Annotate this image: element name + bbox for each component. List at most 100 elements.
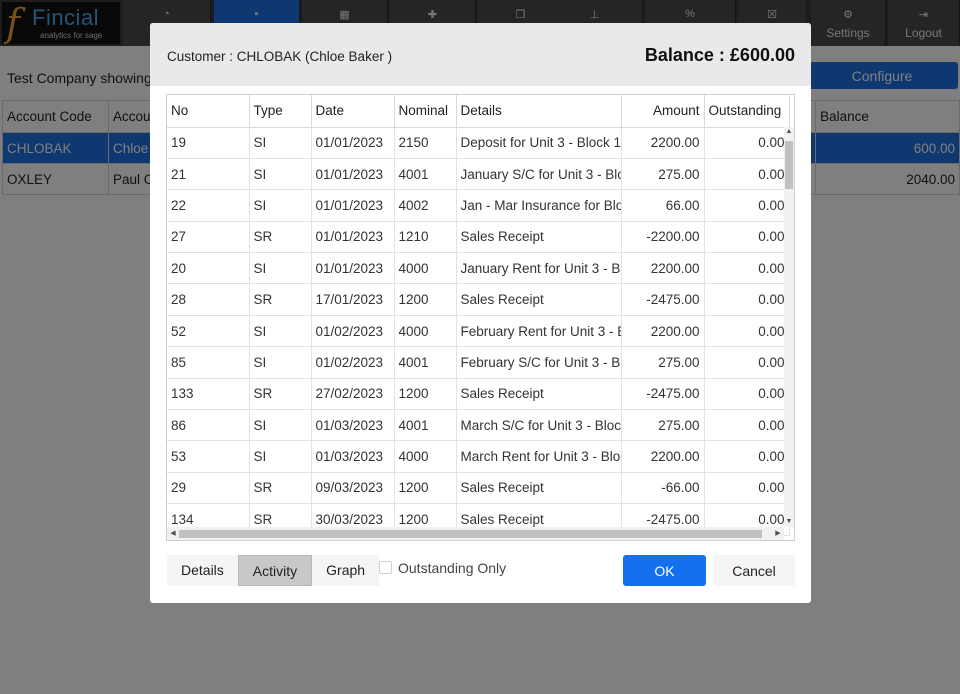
tab-details[interactable]: Details [167, 555, 238, 586]
no-cell: 53 [167, 440, 250, 473]
nominal-cell: 1200 [394, 283, 457, 316]
date-cell: 01/01/2023 [311, 127, 395, 159]
dialog-tabs: Details Activity Graph [167, 555, 380, 586]
scroll-right-arrow-icon[interactable]: ▶ [772, 527, 784, 540]
type-cell: SR [249, 472, 312, 505]
amount-cell: 2200.00 [621, 127, 705, 159]
nominal-cell: 4002 [394, 189, 457, 222]
activity-grid: No Type Date Nominal Details Amount Outstandin… [166, 94, 795, 541]
amount-cell: 66.00 [621, 189, 705, 222]
details-cell: Sales Receipt [456, 221, 622, 254]
horizontal-scrollbar[interactable]: ◀ ▶ [167, 527, 784, 540]
amount-cell: -2475.00 [621, 378, 705, 411]
amount-cell: -2200.00 [621, 221, 705, 254]
outstanding-cell: 0.00 [704, 252, 790, 285]
nominal-cell: 4000 [394, 440, 457, 473]
table-row[interactable]: 53 SI 01/03/2023 4000 March Rent for Unit 3 … [167, 440, 790, 473]
no-cell: 28 [167, 283, 250, 316]
no-cell: 22 [167, 189, 250, 222]
details-cell: March Rent for Unit 3 - Bloc [456, 440, 622, 473]
date-cell: 01/03/2023 [311, 409, 395, 442]
vertical-scrollbar[interactable]: ▲ ▼ [784, 127, 794, 527]
table-row[interactable]: 20 SI 01/01/2023 4000 January Rent for Unit … [167, 252, 790, 285]
nominal-cell: 1200 [394, 378, 457, 411]
date-cell: 01/01/2023 [311, 189, 395, 222]
scroll-left-arrow-icon[interactable]: ◀ [167, 527, 179, 540]
type-cell: SR [249, 221, 312, 254]
date-cell: 01/02/2023 [311, 346, 395, 379]
nominal-cell: 4000 [394, 315, 457, 348]
details-cell: March S/C for Unit 3 - Block [456, 409, 622, 442]
vertical-scroll-thumb[interactable] [785, 141, 793, 189]
amount-cell: 2200.00 [621, 440, 705, 473]
details-cell: Deposit for Unit 3 - Block 1 [456, 127, 622, 159]
details-cell: Sales Receipt [456, 472, 622, 505]
outstanding-cell: 0.00 [704, 127, 790, 159]
customer-activity-dialog: Customer : CHLOBAK (Chloe Baker ) Balanc… [150, 23, 811, 603]
details-cell: February S/C for Unit 3 - Blo [456, 346, 622, 379]
nominal-cell: 4000 [394, 252, 457, 285]
tab-activity[interactable]: Activity [237, 555, 313, 586]
amount-cell: 275.00 [621, 346, 705, 379]
table-row[interactable]: 19 SI 01/01/2023 2150 Deposit for Unit 3 - B… [167, 127, 790, 159]
amount-cell: -2475.00 [621, 283, 705, 316]
no-cell: 19 [167, 127, 250, 159]
column-header-details[interactable]: Details [456, 95, 622, 128]
no-cell: 21 [167, 158, 250, 191]
table-row[interactable]: 21 SI 01/01/2023 4001 January S/C for Unit 3… [167, 158, 790, 191]
details-cell: January S/C for Unit 3 - Bloc [456, 158, 622, 191]
type-cell: SI [249, 189, 312, 222]
outstanding-cell: 0.00 [704, 221, 790, 254]
amount-cell: 275.00 [621, 158, 705, 191]
outstanding-cell: 0.00 [704, 283, 790, 316]
cancel-button[interactable]: Cancel [713, 555, 795, 586]
date-cell: 01/03/2023 [311, 440, 395, 473]
outstanding-cell: 0.00 [704, 409, 790, 442]
column-header-date[interactable]: Date [311, 95, 395, 128]
no-cell: 52 [167, 315, 250, 348]
details-cell: February Rent for Unit 3 - Bl [456, 315, 622, 348]
type-cell: SI [249, 158, 312, 191]
date-cell: 09/03/2023 [311, 472, 395, 505]
table-row[interactable]: 86 SI 01/03/2023 4001 March S/C for Unit 3 -… [167, 409, 790, 442]
type-cell: SI [249, 409, 312, 442]
type-cell: SI [249, 315, 312, 348]
amount-cell: 2200.00 [621, 315, 705, 348]
table-row[interactable]: 29 SR 09/03/2023 1200 Sales Receipt -66.00 0.0… [167, 472, 790, 505]
no-cell: 133 [167, 378, 250, 411]
date-cell: 01/01/2023 [311, 252, 395, 285]
table-row[interactable]: 28 SR 17/01/2023 1200 Sales Receipt -2475.00 0… [167, 283, 790, 316]
table-row[interactable]: 22 SI 01/01/2023 4002 Jan - Mar Insurance fo… [167, 189, 790, 222]
scroll-down-arrow-icon[interactable]: ▼ [784, 517, 794, 527]
details-cell: January Rent for Unit 3 - Blo [456, 252, 622, 285]
outstanding-cell: 0.00 [704, 440, 790, 473]
no-cell: 20 [167, 252, 250, 285]
type-cell: SR [249, 283, 312, 316]
dialog-title: Customer : CHLOBAK (Chloe Baker ) [167, 49, 393, 64]
dialog-header: Customer : CHLOBAK (Chloe Baker ) Balanc… [150, 23, 811, 86]
amount-cell: 275.00 [621, 409, 705, 442]
table-row[interactable]: 52 SI 01/02/2023 4000 February Rent for Unit… [167, 315, 790, 348]
ok-button[interactable]: OK [623, 555, 706, 586]
nominal-cell: 1210 [394, 221, 457, 254]
activity-table: No Type Date Nominal Details Amount Outstandin… [167, 95, 790, 536]
column-header-no[interactable]: No [167, 95, 250, 128]
outstanding-cell: 0.00 [704, 346, 790, 379]
outstanding-only-label: Outstanding Only [398, 560, 507, 576]
column-header-type[interactable]: Type [249, 95, 312, 128]
column-header-nominal[interactable]: Nominal [394, 95, 457, 128]
column-header-amount[interactable]: Amount [621, 95, 705, 128]
horizontal-scroll-thumb[interactable] [179, 530, 762, 538]
outstanding-only-checkbox[interactable] [379, 561, 392, 574]
scroll-up-arrow-icon[interactable]: ▲ [784, 127, 794, 137]
outstanding-cell: 0.00 [704, 189, 790, 222]
table-row[interactable]: 85 SI 01/02/2023 4001 February S/C for Unit … [167, 346, 790, 379]
outstanding-cell: 0.00 [704, 472, 790, 505]
tab-graph[interactable]: Graph [312, 555, 380, 586]
type-cell: SI [249, 252, 312, 285]
details-cell: Sales Receipt [456, 378, 622, 411]
type-cell: SI [249, 127, 312, 159]
table-row[interactable]: 133 SR 27/02/2023 1200 Sales Receipt -2475.00… [167, 378, 790, 411]
column-header-outstanding[interactable]: Outstanding [704, 95, 790, 128]
table-row[interactable]: 27 SR 01/01/2023 1210 Sales Receipt -2200.00 0… [167, 221, 790, 254]
